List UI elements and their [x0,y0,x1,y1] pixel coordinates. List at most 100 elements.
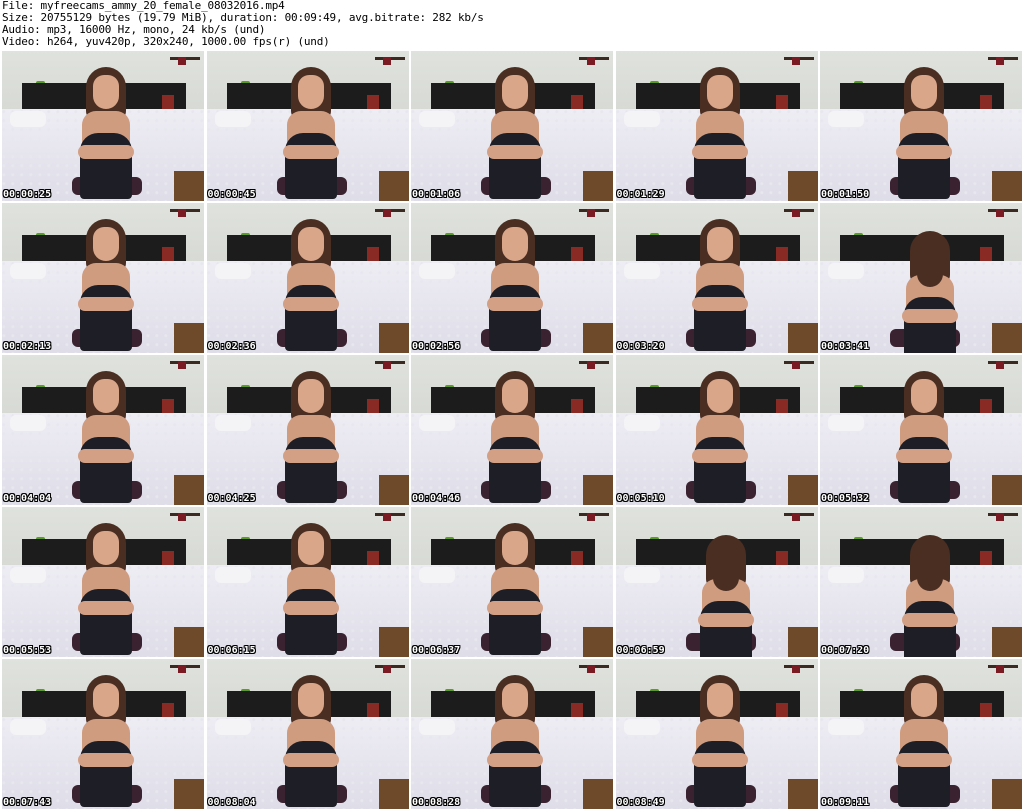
shelf-item [382,513,391,521]
pillow [623,719,660,735]
thumbnail-timestamp: 00:02:13 [3,341,52,352]
legs [898,741,950,807]
seated-person [902,535,958,657]
arms [282,449,339,463]
video-thumbnail[interactable]: 00:02:13 [2,203,204,353]
floor [174,171,204,201]
legs [80,285,132,351]
shelf-item [791,513,800,521]
arms [896,449,952,463]
video-thumbnail[interactable]: 00:05:10 [615,355,818,505]
video-thumbnail[interactable]: 00:04:46 [411,355,613,505]
pillow [10,415,46,431]
video-thumbnail[interactable]: 00:00:45 [206,51,409,201]
video-thumbnail[interactable]: 00:06:59 [615,507,818,657]
video-thumbnail[interactable]: 00:05:32 [820,355,1022,505]
video-thumbnail[interactable]: 00:02:36 [206,203,409,353]
face [93,227,119,261]
thumbnail-timestamp: 00:06:59 [616,645,665,656]
video-info-line: Video: h264, yuv420p, 320x240, 1000.00 f… [2,35,330,48]
floor [787,779,818,809]
seated-person [896,67,952,201]
thumbnail-timestamp: 00:00:25 [3,189,52,200]
seated-person [691,371,748,505]
floor [378,475,409,505]
face [502,227,528,261]
video-thumbnail[interactable]: 00:04:04 [2,355,204,505]
wall-shelf [170,209,200,217]
thumbnail-timestamp: 00:05:53 [3,645,52,656]
seated-person [282,219,339,353]
face [706,75,733,109]
video-thumbnail[interactable]: 00:01:29 [615,51,818,201]
seated-person [78,523,134,657]
legs [80,741,132,807]
floor [787,475,818,505]
pillow [10,111,46,127]
video-thumbnail[interactable]: 00:08:04 [206,659,409,809]
face [706,227,733,261]
video-thumbnail[interactable]: 00:06:15 [206,507,409,657]
wall-shelf [783,665,814,673]
shelf-item [178,361,186,369]
pillow [214,111,251,127]
video-thumbnail[interactable]: 00:06:37 [411,507,613,657]
video-thumbnail[interactable]: 00:01:50 [820,51,1022,201]
video-thumbnail[interactable]: 00:08:28 [411,659,613,809]
floor [992,475,1022,505]
legs [489,741,541,807]
face [502,531,528,565]
wall-shelf [374,57,405,65]
thumbnail-timestamp: 00:03:20 [616,341,665,352]
arms [896,145,952,159]
legs [904,601,956,657]
seated-person [282,67,339,201]
floor [787,323,818,353]
video-thumbnail[interactable]: 00:07:20 [820,507,1022,657]
video-thumbnail[interactable]: 00:08:49 [615,659,818,809]
shelf-item [178,57,186,65]
floor [174,323,204,353]
wall-shelf [988,513,1018,521]
pillow [214,415,251,431]
video-thumbnail[interactable]: 00:04:25 [206,355,409,505]
wall-shelf [783,209,814,217]
arms [691,145,748,159]
floor [992,171,1022,201]
shelf-item [996,209,1004,217]
face [93,683,119,717]
thumbnail-timestamp: 00:04:04 [3,493,52,504]
pillow [214,567,251,583]
video-thumbnail[interactable]: 00:02:56 [411,203,613,353]
face [93,379,119,413]
shelf-item [587,361,595,369]
arms [78,601,134,615]
pillow [419,111,455,127]
thumbnail-timestamp: 00:04:25 [207,493,256,504]
legs [284,133,337,199]
legs [284,741,337,807]
arms [487,601,543,615]
floor [583,475,613,505]
face [502,683,528,717]
thumbnail-timestamp: 00:05:10 [616,493,665,504]
video-thumbnail[interactable]: 00:05:53 [2,507,204,657]
arms [487,145,543,159]
wall-shelf [374,665,405,673]
face [911,379,937,413]
video-thumbnail[interactable]: 00:09:11 [820,659,1022,809]
shelf-item [587,57,595,65]
thumbnail-grid: 00:00:25 00:00:45 00:01:06 00:01:29 00:01:50… [2,51,1022,809]
seated-person [487,219,543,353]
video-thumbnail[interactable]: 00:03:41 [820,203,1022,353]
wall-shelf [170,513,200,521]
floor [378,171,409,201]
video-thumbnail[interactable]: 00:01:06 [411,51,613,201]
floor [787,171,818,201]
seated-person [487,675,543,809]
pillow [10,263,46,279]
video-thumbnail[interactable]: 00:00:25 [2,51,204,201]
video-thumbnail[interactable]: 00:07:43 [2,659,204,809]
video-thumbnail[interactable]: 00:03:20 [615,203,818,353]
thumbnail-timestamp: 00:08:28 [412,797,461,808]
